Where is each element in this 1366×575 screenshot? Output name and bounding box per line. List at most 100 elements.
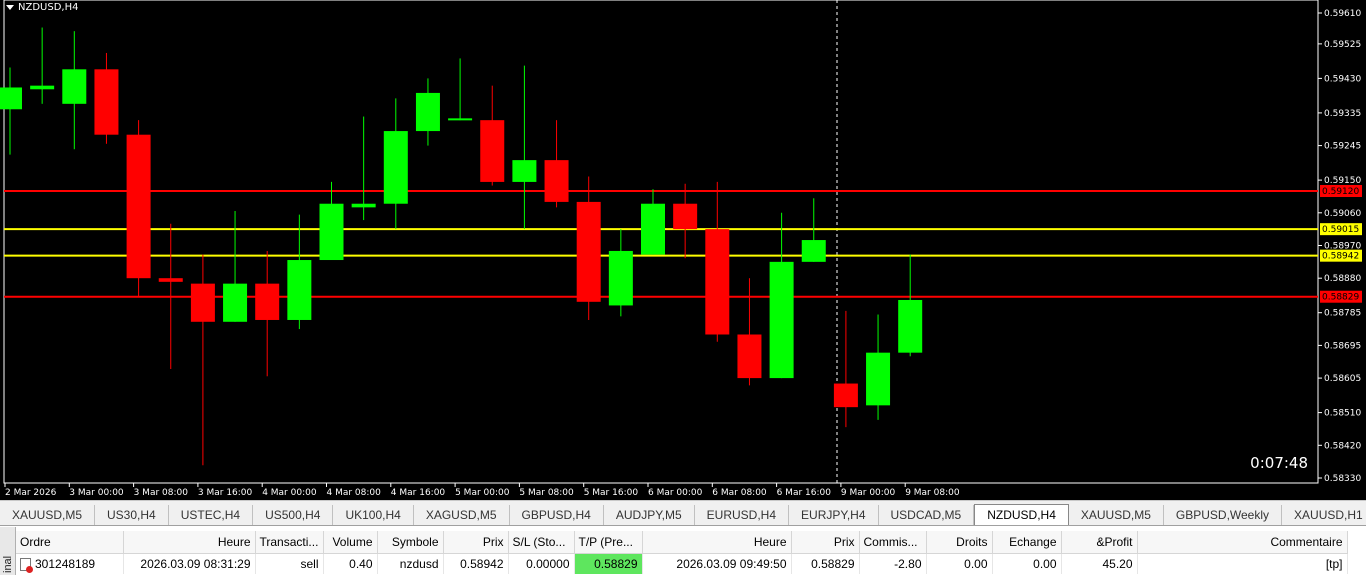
cell-droits: 0.00 <box>926 553 993 574</box>
candle-body <box>641 203 665 255</box>
chart-tab[interactable]: USTEC,H4 <box>169 505 254 525</box>
chart-tab[interactable]: EURUSD,H4 <box>695 505 790 525</box>
candle-body <box>383 131 408 204</box>
price-tick-label: 0.58605 <box>1324 374 1361 384</box>
candle-body <box>898 299 923 353</box>
cell-symbole: nzdusd <box>377 553 444 574</box>
terminal-side-strip[interactable]: inal <box>0 527 16 575</box>
chart-tab[interactable]: EURJPY,H4 <box>789 505 879 525</box>
chart-symbol-label: NZDUSD,H4 <box>6 2 78 13</box>
col-tp[interactable]: T/P (Pre... <box>574 531 643 554</box>
col-transaction[interactable]: Transacti... <box>255 531 324 554</box>
price-tick-label: 0.59150 <box>1324 176 1361 186</box>
candle-body <box>0 87 22 110</box>
candle-body <box>415 92 440 132</box>
chart-tab[interactable]: AUDJPY,M5 <box>604 505 695 525</box>
table-header-row: Ordre Heure Transacti... Volume Symbole … <box>16 531 1348 554</box>
candle-body <box>544 160 569 202</box>
chart-canvas[interactable]: 0.59610 0.59525 0.59430 0.59335 0.59245 0.591… <box>0 0 1366 500</box>
order-closed-icon <box>20 557 33 573</box>
time-tick-label: 3 Mar 16:00 <box>198 488 253 498</box>
col-sl[interactable]: S/L (Sto... <box>508 531 575 554</box>
symbol-text: NZDUSD,H4 <box>18 2 79 13</box>
candle-body <box>705 229 730 335</box>
candle-body <box>287 260 312 320</box>
time-tick-label: 4 Mar 00:00 <box>262 488 317 498</box>
cell-prix: 0.58942 <box>443 553 509 574</box>
price-tick-label: 0.59245 <box>1324 142 1361 152</box>
chart-tab[interactable]: XAUUSD,H1 <box>1282 505 1366 525</box>
col-symbole[interactable]: Symbole <box>377 531 444 554</box>
chart-tab[interactable]: US500,H4 <box>253 505 334 525</box>
chart-tab[interactable]: US30,H4 <box>95 505 169 525</box>
time-tick-label: 6 Mar 08:00 <box>712 488 767 498</box>
candle-body <box>158 278 183 282</box>
col-volume[interactable]: Volume <box>323 531 378 554</box>
chart-tab[interactable]: GBPUSD,Weekly <box>1164 505 1283 525</box>
candle-body <box>126 134 151 279</box>
price-tick-label: 0.58420 <box>1324 441 1361 451</box>
cell-commentaire: [tp] <box>1137 553 1348 574</box>
price-chart[interactable]: 0.59610 0.59525 0.59430 0.59335 0.59245 0.591… <box>0 0 1366 500</box>
cell-tp: 0.58829 <box>574 553 643 574</box>
cell-profit: 45.20 <box>1061 553 1138 574</box>
price-tick-label: 0.58785 <box>1324 309 1361 319</box>
level-price-label: 0.58829 <box>1322 293 1359 303</box>
price-tick-label: 0.59430 <box>1324 74 1361 84</box>
cell-heure-close: 2026.03.09 09:49:50 <box>642 553 792 574</box>
candle-body <box>673 203 698 230</box>
price-tick-label: 0.59060 <box>1324 209 1361 219</box>
level-price-label: 0.59015 <box>1322 225 1359 235</box>
col-heure[interactable]: Heure <box>123 531 256 554</box>
candle-body <box>480 120 505 182</box>
chart-tab[interactable]: UK100,H4 <box>333 505 414 525</box>
order-number: 301248189 <box>35 556 96 571</box>
time-tick-label: 4 Mar 16:00 <box>391 488 446 498</box>
cell-ordre: 301248189 <box>16 553 124 574</box>
level-price-label: 0.59120 <box>1322 187 1359 197</box>
chart-tab[interactable]: XAUUSD,M5 <box>0 505 96 525</box>
chart-tab[interactable]: USDCAD,M5 <box>879 505 975 525</box>
candle-body <box>94 69 119 135</box>
chart-tab-bar: XAUUSD,M5 US30,H4 USTEC,H4 US500,H4 UK100,H4… <box>0 500 1366 526</box>
time-tick-label: 5 Mar 08:00 <box>519 488 574 498</box>
table-row[interactable]: 301248189 2026.03.09 08:31:29 sell 0.40 … <box>16 553 1348 574</box>
candle-body <box>608 250 633 306</box>
col-commentaire[interactable]: Commentaire <box>1137 531 1348 554</box>
col-profit[interactable]: &Profit <box>1061 531 1138 554</box>
chart-tab[interactable]: GBPUSD,H4 <box>510 505 604 525</box>
time-tick-label: 3 Mar 08:00 <box>134 488 189 498</box>
cell-echange: 0.00 <box>992 553 1062 574</box>
price-tick-label: 0.59525 <box>1324 40 1361 50</box>
candle-body <box>737 334 762 379</box>
time-tick-label: 9 Mar 08:00 <box>905 488 960 498</box>
chart-tab[interactable]: XAUUSD,M5 <box>1069 505 1164 525</box>
col-prix-close[interactable]: Prix <box>791 531 860 554</box>
price-tick-label: 0.58510 <box>1324 409 1361 419</box>
terminal-side-label: inal <box>2 555 14 573</box>
level-price-label: 0.58942 <box>1322 252 1359 262</box>
candle-body <box>512 160 537 182</box>
price-tick-label: 0.58695 <box>1324 341 1361 351</box>
bar-countdown-timer: 0:07:48 <box>1250 454 1308 472</box>
chart-tab[interactable]: XAGUSD,M5 <box>414 505 510 525</box>
cell-sl: 0.00000 <box>508 553 575 574</box>
col-commission[interactable]: Commis... <box>859 531 927 554</box>
dropdown-triangle-icon[interactable] <box>6 4 14 10</box>
col-heure-close[interactable]: Heure <box>642 531 792 554</box>
chart-tab[interactable]: NZDUSD,H4 <box>974 504 1069 525</box>
price-tick-label: 0.59610 <box>1324 9 1361 19</box>
time-tick-label: 6 Mar 00:00 <box>648 488 703 498</box>
col-droits[interactable]: Droits <box>926 531 993 554</box>
candle-body <box>319 203 344 261</box>
col-echange[interactable]: Echange <box>992 531 1062 554</box>
cell-heure: 2026.03.09 08:31:29 <box>123 553 256 574</box>
time-tick-label: 4 Mar 08:00 <box>327 488 382 498</box>
col-prix[interactable]: Prix <box>443 531 509 554</box>
time-tick-label: 6 Mar 16:00 <box>777 488 832 498</box>
cell-volume: 0.40 <box>323 553 378 574</box>
col-ordre[interactable]: Ordre <box>16 531 124 554</box>
time-tick-label: 2 Mar 2026 <box>5 488 57 498</box>
candle-body <box>576 201 601 302</box>
price-tick-label: 0.59335 <box>1324 109 1361 119</box>
